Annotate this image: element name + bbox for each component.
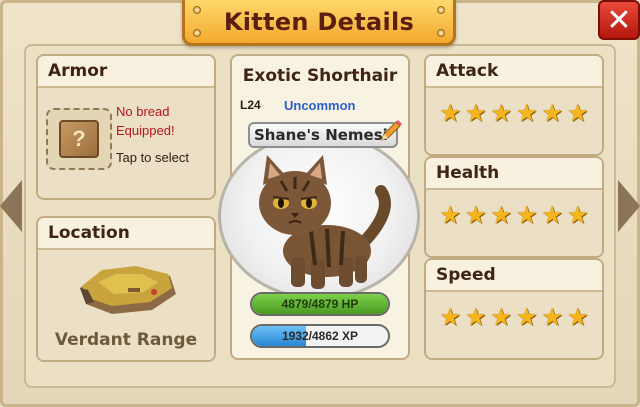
rivet-icon bbox=[193, 6, 201, 14]
xp-text: 1932/4862 XP bbox=[281, 329, 359, 343]
kitten-rarity: Uncommon bbox=[284, 98, 356, 113]
armor-status-line: No bread bbox=[116, 104, 170, 119]
health-panel: Health ★ ★ ★ ★ ★ ★ bbox=[424, 156, 604, 258]
map-island-icon bbox=[80, 266, 176, 314]
star-icon: ★ bbox=[516, 100, 538, 127]
star-icon: ★ bbox=[490, 202, 512, 229]
next-kitten-arrow-icon[interactable] bbox=[618, 180, 640, 232]
location-name: Verdant Range bbox=[54, 330, 198, 350]
close-button[interactable]: ✕ bbox=[598, 0, 640, 40]
armor-panel: Armor ? No bread Equipped! Tap to select bbox=[36, 54, 216, 200]
health-title: Health bbox=[426, 158, 602, 190]
star-icon: ★ bbox=[567, 202, 589, 229]
star-icon: ★ bbox=[490, 304, 512, 331]
hp-bar: 4879/4879 HP bbox=[250, 292, 390, 316]
speed-panel: Speed ★ ★ ★ ★ ★ ★ bbox=[424, 258, 604, 360]
armor-title: Armor bbox=[38, 56, 214, 88]
breed-name: Exotic Shorthair bbox=[242, 66, 398, 86]
star-icon: ★ bbox=[439, 202, 461, 229]
previous-kitten-arrow-icon[interactable] bbox=[0, 180, 22, 232]
attack-stars: ★ ★ ★ ★ ★ ★ bbox=[426, 88, 602, 126]
star-icon: ★ bbox=[490, 100, 512, 127]
star-icon: ★ bbox=[541, 304, 564, 331]
kitten-level: L24 bbox=[240, 98, 261, 112]
title-banner: Kitten Details bbox=[182, 0, 456, 46]
attack-panel: Attack ★ ★ ★ ★ ★ ★ bbox=[424, 54, 604, 156]
location-panel[interactable]: Location Verdant Range bbox=[36, 216, 216, 362]
star-icon: ★ bbox=[541, 100, 564, 127]
armor-status-line: Equipped! bbox=[116, 123, 175, 138]
kitten-name: Shane's Nemesi bbox=[254, 126, 388, 144]
star-icon: ★ bbox=[464, 100, 487, 127]
kitten-icon bbox=[259, 155, 391, 289]
rivet-icon bbox=[193, 29, 201, 37]
page-title: Kitten Details bbox=[223, 7, 415, 36]
xp-bar: 1932/4862 XP bbox=[250, 324, 390, 348]
armor-status: No bread Equipped! bbox=[116, 102, 216, 140]
armor-hint: Tap to select bbox=[116, 150, 189, 165]
star-icon: ★ bbox=[567, 100, 589, 127]
speed-title: Speed bbox=[426, 260, 602, 292]
hp-text: 4879/4879 HP bbox=[281, 297, 359, 311]
speed-stars: ★ ★ ★ ★ ★ ★ bbox=[426, 292, 602, 330]
star-icon: ★ bbox=[516, 304, 538, 331]
pencil-icon[interactable] bbox=[378, 118, 404, 144]
location-title: Location bbox=[38, 218, 214, 250]
bread-box-icon: ? bbox=[59, 120, 99, 158]
armor-slot[interactable]: ? bbox=[46, 108, 112, 170]
kitten-portrait bbox=[218, 132, 420, 300]
star-icon: ★ bbox=[541, 202, 564, 229]
close-icon: ✕ bbox=[606, 2, 632, 38]
question-mark-icon: ? bbox=[72, 126, 86, 151]
star-icon: ★ bbox=[439, 304, 461, 331]
attack-title: Attack bbox=[426, 56, 602, 88]
kitten-name-field[interactable]: Shane's Nemesi bbox=[248, 122, 398, 148]
star-icon: ★ bbox=[464, 304, 487, 331]
star-icon: ★ bbox=[464, 202, 487, 229]
rivet-icon bbox=[437, 6, 445, 14]
star-icon: ★ bbox=[567, 304, 589, 331]
star-icon: ★ bbox=[439, 100, 461, 127]
star-icon: ★ bbox=[516, 202, 538, 229]
rivet-icon bbox=[437, 29, 445, 37]
health-stars: ★ ★ ★ ★ ★ ★ bbox=[426, 190, 602, 228]
